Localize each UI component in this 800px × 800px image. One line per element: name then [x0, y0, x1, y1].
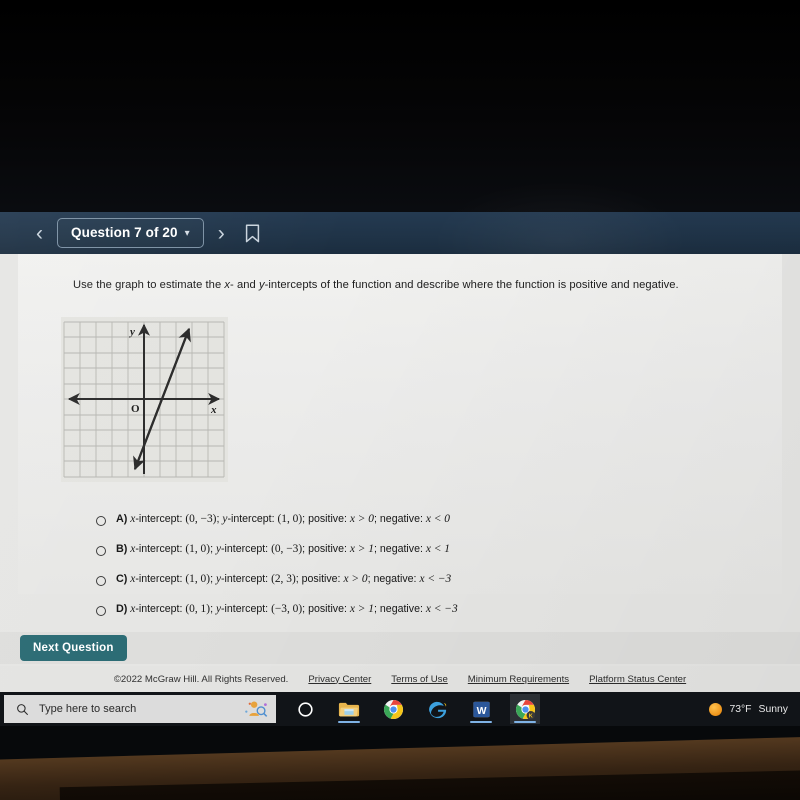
internet-explorer-icon[interactable] [422, 694, 452, 724]
choice-d-neg-word: negative: [379, 603, 426, 615]
minimum-requirements-link[interactable]: Minimum Requirements [468, 674, 569, 685]
choice-c-neg-value: x < −3 [419, 573, 452, 585]
answer-choice-a-text: A) x-intercept: (0, −3); y-intercept: (1… [116, 512, 450, 526]
choice-d-x-word: -intercept: [135, 603, 186, 615]
taskbar-running-indicator [338, 721, 360, 723]
question-sheet: Use the graph to estimate the x - and y -i… [0, 254, 800, 692]
terms-of-use-link[interactable]: Terms of Use [391, 674, 448, 685]
choice-d-y-value: (−3, 0) [271, 603, 303, 615]
choice-label-d: D) [116, 603, 128, 615]
choice-c-neg-word: negative: [373, 573, 420, 585]
choice-a-neg-word: negative: [379, 513, 426, 525]
choice-b-neg-word: negative: [379, 543, 426, 555]
copyright-text: ©2022 McGraw Hill. All Rights Reserved. [113, 673, 289, 685]
choice-d-x-value: (0, 1) [185, 603, 211, 615]
next-question-button[interactable]: › [218, 223, 225, 244]
choice-a-x-value: (0, −3) [185, 513, 217, 525]
graph-origin-label: O [131, 403, 140, 415]
photo-of-laptop-screen: ‹ Question 7 of 20 ▾ › Use the graph to … [0, 0, 800, 800]
choice-a-pos-word: positive: [308, 513, 350, 525]
weather-widget[interactable]: 73°F Sunny [709, 702, 800, 716]
previous-question-button[interactable]: ‹ [36, 223, 43, 244]
question-prompt-part1: Use the graph to estimate the [73, 279, 225, 291]
choice-b-pos-value: x > 1 [349, 543, 375, 555]
laptop-bezel-and-desk [0, 726, 800, 800]
answer-choice-c-text: C) x-intercept: (1, 0); y-intercept: (2,… [116, 572, 451, 586]
word-icon[interactable]: W [466, 694, 496, 724]
bookmark-icon[interactable] [245, 223, 260, 243]
graph-x-label: x [210, 404, 217, 416]
choice-a-y-word: -intercept: [227, 513, 278, 525]
choice-label-b: B) [116, 543, 128, 555]
file-explorer-icon[interactable] [334, 694, 364, 724]
choice-c-y-word: -intercept: [221, 573, 272, 585]
answer-choice-a[interactable]: A) x-intercept: (0, −3); y-intercept: (1… [96, 512, 736, 542]
search-placeholder-text: Type here to search [39, 703, 137, 715]
chrome-active-icon[interactable]: K [510, 694, 540, 724]
search-highlights-icon [245, 701, 268, 717]
chrome-icon[interactable] [378, 694, 408, 724]
weather-temperature: 73°F [729, 703, 752, 715]
sun-icon [709, 702, 723, 716]
choice-c-y-value: (2, 3) [271, 573, 296, 585]
weather-condition: Sunny [758, 703, 788, 715]
choice-d-neg-value: x < −3 [425, 603, 458, 615]
choice-b-x-value: (1, 0) [185, 543, 211, 555]
choice-b-x-word: -intercept: [135, 543, 186, 555]
choice-c-pos-word: positive: [301, 573, 344, 585]
cortana-icon[interactable] [290, 694, 320, 724]
radio-button-a[interactable] [96, 516, 106, 526]
choice-c-pos-value: x > 0 [343, 573, 368, 585]
taskbar-search-input[interactable]: Type here to search [4, 695, 276, 723]
choice-label-c: C) [116, 573, 128, 585]
svg-text:W: W [476, 705, 486, 716]
answer-choice-d-text: D) x-intercept: (0, 1); y-intercept: (−3… [116, 602, 458, 616]
choice-d-y-word: -intercept: [221, 603, 272, 615]
question-prompt: Use the graph to estimate the x- and y-i… [73, 278, 773, 293]
page-footer: ©2022 McGraw Hill. All Rights Reserved. … [0, 666, 800, 692]
question-prompt-part2: - and [230, 279, 259, 291]
answer-choice-b[interactable]: B) x-intercept: (1, 0); y-intercept: (0,… [96, 542, 736, 572]
choice-b-y-value: (0, −3) [271, 543, 303, 555]
radio-button-b[interactable] [96, 546, 106, 556]
choice-d-pos-word: positive: [308, 603, 350, 615]
choice-a-x-word: -intercept: [135, 513, 186, 525]
next-question-button-main[interactable]: Next Question [20, 635, 127, 661]
laptop-screen: ‹ Question 7 of 20 ▾ › Use the graph to … [0, 212, 800, 692]
choice-c-x-value: (1, 0) [185, 573, 211, 585]
taskbar-running-indicator-active [514, 721, 536, 723]
chevron-down-icon: ▾ [184, 228, 190, 239]
privacy-center-link[interactable]: Privacy Center [308, 674, 371, 685]
windows-taskbar: Type here to search W K 73°F Sunny [0, 692, 800, 726]
radio-button-c[interactable] [96, 576, 106, 586]
question-prompt-part3: -intercepts of the function and describe… [264, 279, 679, 291]
radio-button-d[interactable] [96, 606, 106, 616]
choice-b-neg-value: x < 1 [425, 543, 450, 555]
answer-choice-c[interactable]: C) x-intercept: (1, 0); y-intercept: (2,… [96, 572, 736, 602]
answer-choice-d[interactable]: D) x-intercept: (0, 1); y-intercept: (−3… [96, 602, 736, 632]
answer-choice-b-text: B) x-intercept: (1, 0); y-intercept: (0,… [116, 542, 450, 556]
choice-label-a: A) [116, 513, 128, 525]
choice-c-x-word: -intercept: [135, 573, 186, 585]
photo-dark-top-area [0, 0, 800, 212]
choice-a-y-value: (1, 0) [277, 513, 303, 525]
choice-b-y-word: -intercept: [221, 543, 272, 555]
taskbar-running-indicator-word [470, 721, 492, 723]
choice-a-neg-value: x < 0 [425, 513, 450, 525]
coordinate-graph: y x O [61, 317, 228, 482]
choice-b-pos-word: positive: [308, 543, 350, 555]
graph-svg: y x O [61, 317, 228, 482]
taskbar-app-icons: W K [290, 694, 540, 724]
question-counter-label: Question 7 of 20 [71, 225, 178, 240]
question-content-area: Use the graph to estimate the x - and y -i… [18, 254, 782, 616]
search-icon [17, 703, 29, 715]
action-bar: Next Question [0, 632, 800, 664]
answer-choices-list: A) x-intercept: (0, −3); y-intercept: (1… [96, 512, 736, 632]
platform-status-center-link[interactable]: Platform Status Center [589, 674, 686, 685]
question-navigation-bar: ‹ Question 7 of 20 ▾ › [0, 212, 800, 254]
choice-a-pos-value: x > 0 [349, 513, 375, 525]
graph-y-label: y [128, 326, 135, 338]
choice-d-pos-value: x > 1 [349, 603, 375, 615]
question-selector-dropdown[interactable]: Question 7 of 20 ▾ [57, 218, 204, 248]
